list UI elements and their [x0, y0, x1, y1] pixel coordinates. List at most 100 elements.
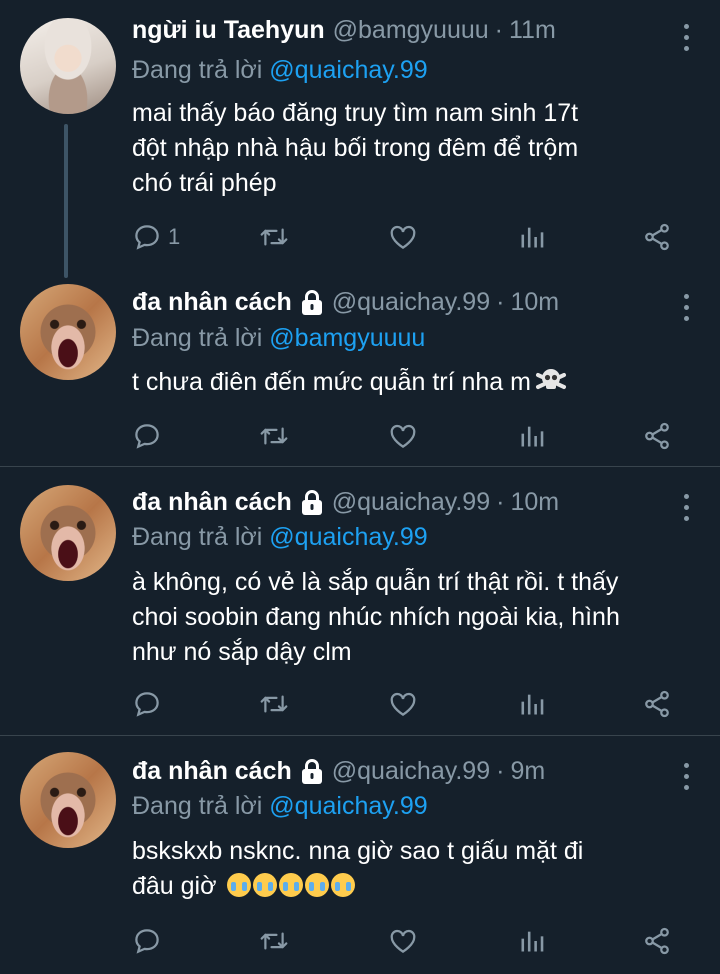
analytics-icon	[521, 227, 544, 248]
tweet-actions	[132, 687, 692, 721]
tweet-text: bskskxb nsknc. nna giờ sao t giấu mặt đi…	[132, 834, 702, 904]
mention-link[interactable]: @quaichay.99	[269, 792, 427, 820]
reply-icon	[135, 929, 159, 954]
tweet-text: t chưa điên đến mức quẫn trí nha m	[132, 365, 702, 400]
mention-link[interactable]: @quaichay.99	[269, 56, 427, 84]
replying-to: Đang trả lời @quaichay.99	[132, 56, 428, 85]
tweet[interactable]: đa nhân cách @quaichay.99 · 10m Đang trả…	[0, 467, 720, 735]
tweet-text-line: đâu giờ	[132, 869, 702, 904]
share-button[interactable]	[642, 419, 672, 453]
retweet-button[interactable]	[258, 924, 290, 958]
timestamp[interactable]: 9m	[510, 757, 545, 786]
replying-to-label: Đang trả lời	[132, 792, 263, 820]
reply-button[interactable]	[132, 419, 162, 453]
share-button[interactable]	[642, 687, 672, 721]
analytics-button[interactable]	[518, 220, 546, 254]
analytics-icon	[521, 931, 544, 952]
reply-button[interactable]: 1	[132, 220, 180, 254]
analytics-button[interactable]	[518, 419, 546, 453]
tweet-header: đa nhân cách @quaichay.99 · 10m	[132, 488, 670, 517]
analytics-button[interactable]	[518, 687, 546, 721]
like-button[interactable]	[388, 924, 418, 958]
tweet-actions: 1	[132, 220, 692, 254]
mention-link[interactable]: @quaichay.99	[269, 523, 427, 551]
tweet-header: ngừi iu Taehyun @bamgyuuuu · 11m	[132, 16, 670, 45]
display-name[interactable]: đa nhân cách	[132, 757, 292, 786]
separator-dot: ·	[496, 757, 505, 785]
tweet[interactable]: ngừi iu Taehyun @bamgyuuuu · 11m Đang tr…	[0, 0, 720, 268]
tweet-text: à không, có vẻ là sắp quẫn trí thật rồi.…	[132, 565, 702, 670]
user-handle[interactable]: @quaichay.99	[332, 288, 490, 317]
user-handle[interactable]: @bamgyuuuu	[333, 16, 489, 45]
analytics-icon	[521, 426, 544, 447]
timestamp[interactable]: 11m	[509, 16, 556, 45]
user-handle[interactable]: @quaichay.99	[332, 488, 490, 517]
retweet-button[interactable]	[258, 220, 290, 254]
tweet-text-content: t chưa điên đến mức quẫn trí nha m	[132, 368, 531, 396]
replying-to-label: Đang trả lời	[132, 324, 263, 352]
tweet-text-line: chó trái phép	[132, 169, 277, 197]
display-name[interactable]: ngừi iu Taehyun	[132, 16, 325, 45]
replying-to-label: Đang trả lời	[132, 56, 263, 84]
tweet-actions	[132, 924, 692, 958]
display-name[interactable]: đa nhân cách	[132, 488, 292, 517]
avatar[interactable]	[20, 752, 116, 848]
more-options-icon[interactable]	[684, 24, 692, 57]
tweet-text-line: bskskxb nsknc. nna giờ sao t giấu mặt đi	[132, 837, 584, 865]
avatar[interactable]	[20, 284, 116, 380]
more-options-icon[interactable]	[684, 494, 692, 527]
replying-to: Đang trả lời @quaichay.99	[132, 523, 428, 552]
tweet[interactable]: đa nhân cách @quaichay.99 · 10m Đang trả…	[0, 268, 720, 466]
share-button[interactable]	[642, 220, 672, 254]
lock-icon	[300, 289, 324, 316]
loudly-crying-emoji	[253, 873, 278, 897]
retweet-button[interactable]	[258, 687, 290, 721]
share-button[interactable]	[642, 924, 672, 958]
loudly-crying-emoji	[227, 873, 252, 897]
tweet-text-line: mai thấy báo đăng truy tìm nam sinh 17t	[132, 99, 579, 127]
display-name[interactable]: đa nhân cách	[132, 288, 292, 317]
tweet-text-line: à không, có vẻ là sắp quẫn trí thật rồi.…	[132, 568, 619, 596]
like-button[interactable]	[388, 687, 418, 721]
share-icon	[645, 690, 669, 718]
retweet-button[interactable]	[258, 419, 290, 453]
tweet-text-line: choi soobin đang nhúc nhích ngoài kia, h…	[132, 603, 620, 631]
separator-dot: ·	[496, 488, 505, 516]
user-handle[interactable]: @quaichay.99	[332, 757, 490, 786]
tweet[interactable]: đa nhân cách @quaichay.99 · 9m Đang trả …	[0, 736, 720, 974]
share-icon	[645, 223, 669, 251]
mention-link[interactable]: @bamgyuuuu	[269, 324, 425, 352]
retweet-icon	[260, 228, 288, 246]
reply-icon	[135, 225, 159, 250]
like-button[interactable]	[388, 220, 418, 254]
avatar[interactable]	[20, 485, 116, 581]
tweet-text-line: đột nhập nhà hậu bối trong đêm để trộm	[132, 134, 579, 162]
timestamp[interactable]: 10m	[510, 288, 559, 317]
reply-icon	[135, 424, 159, 449]
reply-button[interactable]	[132, 924, 162, 958]
loudly-crying-emoji	[305, 873, 330, 897]
reply-icon	[135, 692, 159, 717]
heart-icon	[390, 225, 416, 249]
like-button[interactable]	[388, 419, 418, 453]
analytics-button[interactable]	[518, 924, 546, 958]
avatar[interactable]	[20, 18, 116, 114]
timestamp[interactable]: 10m	[510, 488, 559, 517]
reply-count: 1	[168, 224, 181, 249]
share-icon	[645, 422, 669, 450]
tweet-text-line: t chưa điên đến mức quẫn trí nha m	[132, 365, 702, 400]
tweet-text: mai thấy báo đăng truy tìm nam sinh 17t …	[132, 96, 702, 201]
more-options-icon[interactable]	[684, 763, 692, 796]
more-options-icon[interactable]	[684, 294, 692, 327]
replying-to-label: Đang trả lời	[132, 523, 263, 551]
reply-button[interactable]	[132, 687, 162, 721]
replying-to: Đang trả lời @quaichay.99	[132, 792, 428, 821]
retweet-icon	[260, 427, 288, 445]
heart-icon	[390, 424, 416, 448]
replying-to: Đang trả lời @bamgyuuuu	[132, 324, 425, 353]
separator-dot: ·	[496, 288, 505, 316]
skull-crossbones-emoji	[535, 369, 566, 389]
separator-dot: ·	[494, 16, 503, 44]
heart-icon	[390, 929, 416, 953]
analytics-icon	[521, 694, 544, 715]
